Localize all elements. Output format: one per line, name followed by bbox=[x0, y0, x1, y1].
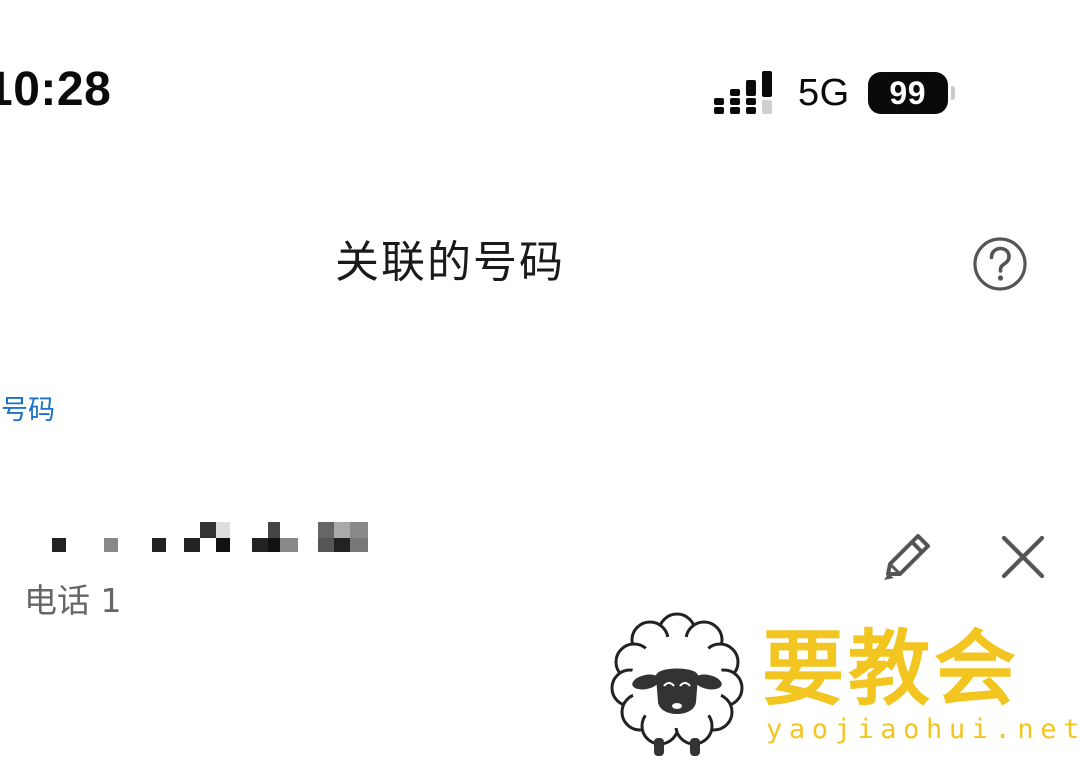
close-icon bbox=[1001, 535, 1045, 579]
watermark-url: yaojiaohui.net bbox=[766, 714, 1080, 745]
page-title: 关联的号码 bbox=[335, 237, 565, 288]
battery-cap-icon bbox=[950, 86, 955, 100]
masked-phone-number bbox=[52, 522, 368, 552]
battery-level: 99 bbox=[867, 72, 948, 114]
phone-label: 电话 1 bbox=[24, 581, 122, 620]
section-header: 的号码 bbox=[0, 395, 55, 426]
battery-indicator: 99 bbox=[867, 72, 955, 114]
pencil-icon bbox=[884, 534, 930, 580]
edit-number-button[interactable] bbox=[876, 526, 940, 590]
sheep-logo-icon bbox=[610, 612, 744, 756]
cellular-signal-icon bbox=[714, 71, 772, 114]
watermark-title: 要教会 bbox=[762, 621, 1021, 717]
question-circle-icon bbox=[973, 237, 1027, 291]
status-time: 10:28 bbox=[0, 63, 112, 116]
network-type-label: 5G bbox=[798, 71, 850, 114]
help-button[interactable] bbox=[970, 234, 1030, 294]
remove-number-button[interactable] bbox=[996, 530, 1050, 584]
status-indicators: 5G 99 bbox=[712, 70, 955, 116]
watermark: 要教会 yaojiaohui.net bbox=[600, 596, 1079, 766]
